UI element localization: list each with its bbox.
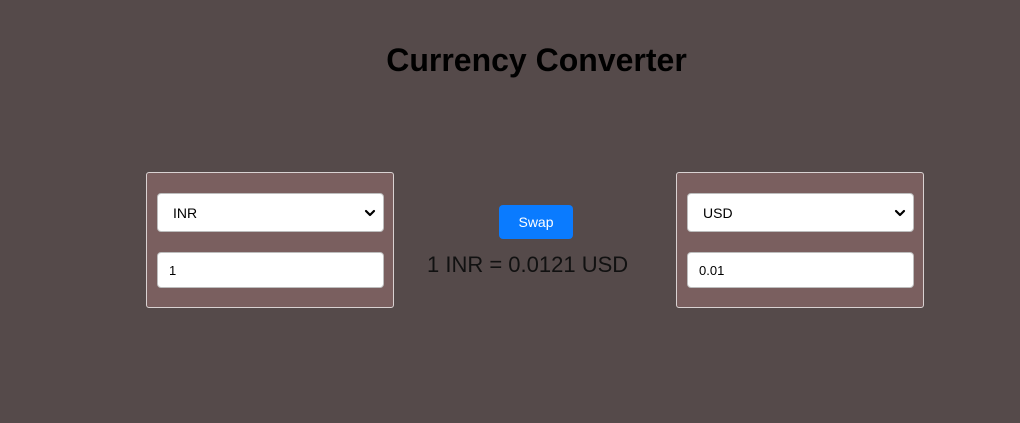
from-currency-select[interactable]: INR bbox=[157, 193, 384, 232]
exchange-rate-text: 1 INR = 0.0121 USD bbox=[427, 252, 629, 277]
page-title: Currency Converter bbox=[386, 42, 687, 78]
chevron-down-icon bbox=[894, 209, 906, 217]
to-amount-input[interactable]: 0.01 bbox=[687, 252, 914, 288]
from-amount-value: 1 bbox=[169, 263, 177, 278]
to-amount-value: 0.01 bbox=[699, 263, 725, 278]
swap-button[interactable]: Swap bbox=[499, 205, 573, 239]
chevron-down-icon bbox=[364, 209, 376, 217]
from-currency-value: INR bbox=[173, 205, 198, 221]
from-currency-panel: INR 1 bbox=[146, 172, 394, 308]
to-currency-value: USD bbox=[703, 205, 733, 221]
from-amount-input[interactable]: 1 bbox=[157, 252, 384, 288]
to-currency-panel: USD 0.01 bbox=[676, 172, 924, 308]
to-currency-select[interactable]: USD bbox=[687, 193, 914, 232]
